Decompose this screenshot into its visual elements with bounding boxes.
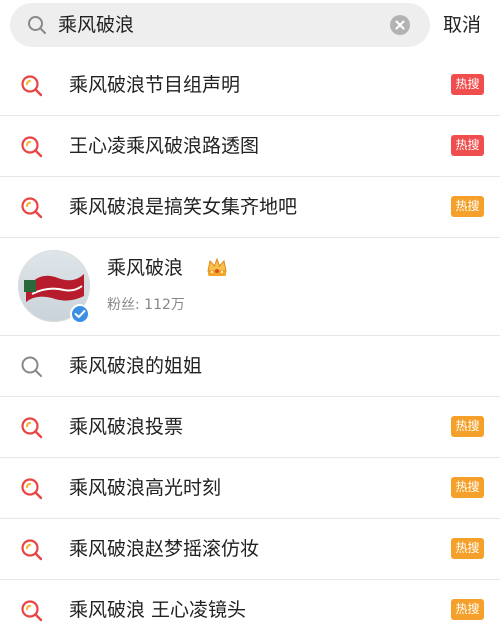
suggestion-label: 乘风破浪是搞笑女集齐地吧 (69, 196, 298, 218)
crown-icon (207, 257, 227, 276)
trending-search-icon (21, 197, 43, 219)
hot-search-badge: 热搜 (451, 135, 484, 156)
suggestion-row[interactable]: 乘风破浪高光时刻 热搜 (0, 458, 500, 519)
suggestion-row[interactable]: 乘风破浪节目组声明 热搜 (0, 55, 500, 116)
search-screen: 乘风破浪 取消 乘风破浪节目组声明 热搜 王心凌乘风破浪路透图 热搜 乘风破浪是搞笑女集… (0, 0, 500, 635)
trending-search-icon (21, 417, 43, 439)
hot-search-badge: 热搜 (451, 196, 484, 217)
user-result-row[interactable]: 乘风破浪 粉丝: 112万 (0, 238, 500, 336)
suggestion-row[interactable]: 乘风破浪是搞笑女集齐地吧 热搜 (0, 177, 500, 238)
verified-icon (70, 304, 90, 324)
suggestion-label: 王心凌乘风破浪路透图 (69, 135, 260, 157)
suggestion-label: 乘风破浪投票 (69, 416, 184, 438)
suggestion-label: 乘风破浪的姐姐 (69, 355, 203, 377)
hot-search-badge: 热搜 (451, 599, 484, 620)
suggestion-row[interactable]: 乘风破浪投票 热搜 (0, 397, 500, 458)
suggestion-label: 乘风破浪高光时刻 (69, 477, 222, 499)
search-query-text: 乘风破浪 (58, 14, 135, 36)
suggestion-label: 乘风破浪节目组声明 (69, 74, 241, 96)
suggestion-list-bottom: 乘风破浪的姐姐 乘风破浪投票 热搜 乘风破浪高光时刻 热搜 乘风破浪赵梦摇滚仿妆 热搜 乘风破… (0, 336, 500, 635)
trending-search-icon (21, 136, 43, 158)
suggestion-list-top: 乘风破浪节目组声明 热搜 王心凌乘风破浪路透图 热搜 乘风破浪是搞笑女集齐地吧 热搜 (0, 55, 500, 238)
suggestion-label: 乘风破浪赵梦摇滚仿妆 (69, 538, 260, 560)
hot-search-badge: 热搜 (451, 416, 484, 437)
clear-icon[interactable] (390, 15, 410, 35)
trending-search-icon (21, 600, 43, 622)
suggestion-row[interactable]: 王心凌乘风破浪路透图 热搜 (0, 116, 500, 177)
search-icon (21, 356, 42, 377)
hot-search-badge: 热搜 (451, 477, 484, 498)
suggestion-row[interactable]: 乘风破浪 王心凌镜头 热搜 (0, 580, 500, 635)
search-icon (28, 16, 46, 34)
trending-search-icon (21, 75, 43, 97)
cancel-button[interactable]: 取消 (443, 3, 481, 47)
suggestion-label: 乘风破浪 王心凌镜头 (69, 599, 247, 621)
trending-search-icon (21, 539, 43, 561)
suggestion-row[interactable]: 乘风破浪的姐姐 (0, 336, 500, 397)
search-input[interactable]: 乘风破浪 (10, 3, 430, 47)
search-header: 乘风破浪 取消 (0, 0, 500, 55)
trending-search-icon (21, 478, 43, 500)
hot-search-badge: 热搜 (451, 74, 484, 95)
follower-count: 粉丝: 112万 (107, 297, 185, 313)
hot-search-badge: 热搜 (451, 538, 484, 559)
user-name: 乘风破浪 (107, 257, 184, 279)
suggestion-row[interactable]: 乘风破浪赵梦摇滚仿妆 热搜 (0, 519, 500, 580)
